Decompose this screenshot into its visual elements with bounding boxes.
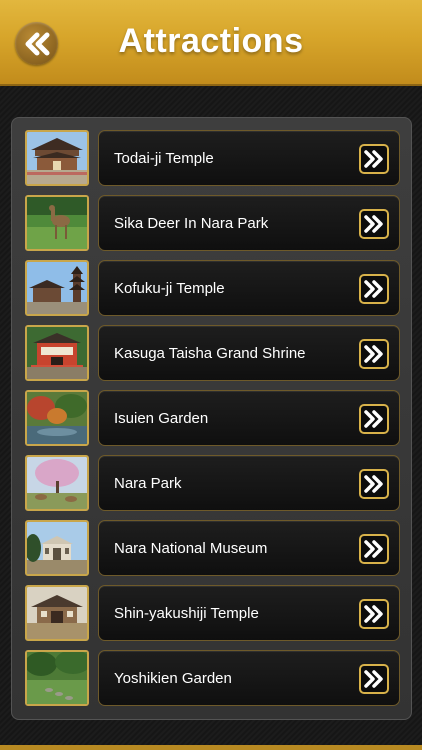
attraction-label: Nara Park <box>114 475 182 492</box>
attraction-label: Kofuku-ji Temple <box>114 280 225 297</box>
thumbnail-image <box>25 520 89 576</box>
double-chevron-right-icon[interactable] <box>359 339 389 369</box>
list-item[interactable]: Nara Park <box>25 455 401 511</box>
double-chevron-right-icon[interactable] <box>359 274 389 304</box>
list-item[interactable]: Sika Deer In Nara Park <box>25 195 401 251</box>
attraction-button[interactable]: Nara National Museum <box>98 520 400 576</box>
attraction-label: Yoshikien Garden <box>114 670 232 687</box>
double-chevron-right-icon[interactable] <box>359 599 389 629</box>
attraction-button[interactable]: Kasuga Taisha Grand Shrine <box>98 325 400 381</box>
attraction-button[interactable]: Todai-ji Temple <box>98 130 400 186</box>
thumbnail-image <box>25 585 89 641</box>
thumbnail-image <box>25 325 89 381</box>
attraction-button[interactable]: Isuien Garden <box>98 390 400 446</box>
attraction-button[interactable]: Sika Deer In Nara Park <box>98 195 400 251</box>
attraction-label: Shin-yakushiji Temple <box>114 605 259 622</box>
double-chevron-right-icon[interactable] <box>359 664 389 694</box>
list-item[interactable]: Isuien Garden <box>25 390 401 446</box>
attraction-label: Sika Deer In Nara Park <box>114 215 269 232</box>
thumbnail-image <box>25 390 89 446</box>
attraction-button[interactable]: Kofuku-ji Temple <box>98 260 400 316</box>
list-item[interactable]: Nara National Museum <box>25 520 401 576</box>
list-item[interactable]: Shin-yakushiji Temple <box>25 585 401 641</box>
attraction-label: Todai-ji Temple <box>114 150 214 167</box>
list-item[interactable]: Yoshikien Garden <box>25 650 401 706</box>
attractions-list: Todai-ji Temple Sika Deer In Nara Park K… <box>11 117 412 720</box>
double-chevron-right-icon[interactable] <box>359 404 389 434</box>
attraction-label: Nara National Museum <box>114 540 268 557</box>
header-bar: Attractions <box>0 0 422 86</box>
double-chevron-right-icon[interactable] <box>359 534 389 564</box>
list-item[interactable]: Kasuga Taisha Grand Shrine <box>25 325 401 381</box>
list-item[interactable]: Todai-ji Temple <box>25 130 401 186</box>
thumbnail-image <box>25 260 89 316</box>
attraction-button[interactable]: Shin-yakushiji Temple <box>98 585 400 641</box>
attraction-button[interactable]: Nara Park <box>98 455 400 511</box>
list-item[interactable]: Kofuku-ji Temple <box>25 260 401 316</box>
double-chevron-right-icon[interactable] <box>359 209 389 239</box>
footer-divider <box>0 745 422 750</box>
thumbnail-image <box>25 195 89 251</box>
thumbnail-image <box>25 650 89 706</box>
thumbnail-image <box>25 130 89 186</box>
attraction-button[interactable]: Yoshikien Garden <box>98 650 400 706</box>
page-title: Attractions <box>118 22 304 60</box>
attraction-label: Isuien Garden <box>114 410 209 427</box>
attraction-label: Kasuga Taisha Grand Shrine <box>114 345 306 362</box>
double-chevron-right-icon[interactable] <box>359 144 389 174</box>
thumbnail-image <box>25 455 89 511</box>
double-chevron-right-icon[interactable] <box>359 469 389 499</box>
